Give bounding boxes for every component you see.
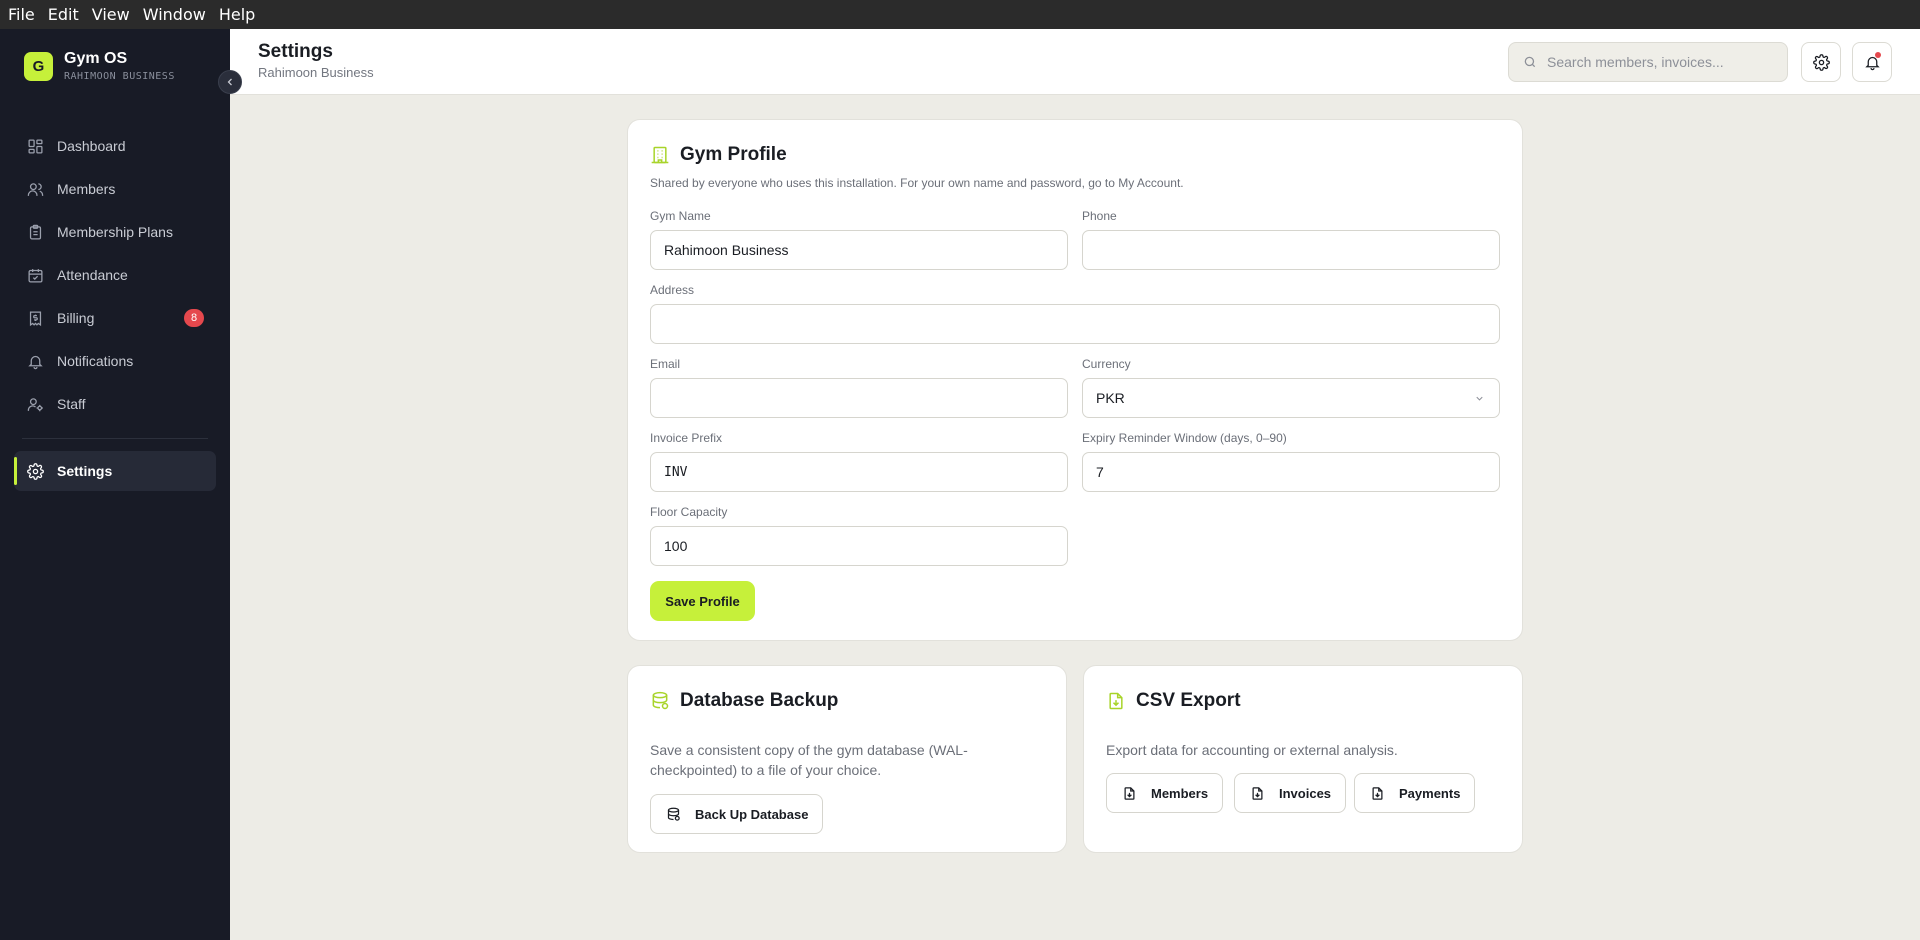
clipboard-icon [29,224,42,240]
sidebar-item-label: Staff [57,396,86,412]
address-field[interactable] [650,304,1500,344]
menu-window[interactable]: Window [139,5,210,24]
menu-edit[interactable]: Edit [44,5,83,24]
search-input[interactable] [1547,54,1767,70]
csv-export-card: CSV Export Export data for accounting or… [1083,665,1523,853]
gear-icon [27,462,44,480]
address-label: Address [650,283,695,297]
phone-input[interactable] [1096,242,1499,258]
floor-capacity-input[interactable] [664,538,1067,554]
os-menubar: File Edit View Window Help [0,0,1920,29]
chevron-left-icon [227,78,232,86]
expiry-reminder-input[interactable] [1096,464,1499,480]
bell-icon [28,355,43,369]
notifications-button[interactable] [1852,42,1892,82]
search-icon [1524,56,1536,68]
database-backup-title: Database Backup [650,690,838,712]
brand-name: Gym OS [64,50,128,67]
gym-profile-card: Gym Profile Shared by everyone who uses … [627,119,1523,641]
gym-profile-description: Shared by everyone who uses this install… [650,176,1184,190]
database-backup-card: Database Backup Save a consistent copy o… [627,665,1067,853]
sidebar-item-label: Attendance [57,267,128,283]
brand-subtitle: RAHIMOON BUSINESS [64,71,175,82]
csv-export-title: CSV Export [1106,690,1241,712]
gym-name-label: Gym Name [650,209,711,223]
billing-count-badge: 8 [184,309,204,327]
sidebar-item-label: Settings [57,463,113,479]
building-icon [651,146,669,164]
menu-help[interactable]: Help [215,5,259,24]
sidebar-item-label: Dashboard [57,138,126,154]
export-members-button[interactable]: Members [1106,773,1224,813]
expiry-reminder-field[interactable] [1082,452,1500,492]
address-input[interactable] [664,316,1499,332]
csv-export-description: Export data for accounting or external a… [1106,742,1398,758]
gym-name-field[interactable] [650,230,1068,270]
email-input[interactable] [664,390,1067,406]
floor-capacity-label: Floor Capacity [650,505,728,519]
expiry-reminder-label: Expiry Reminder Window (days, 0–90) [1082,431,1287,445]
phone-label: Phone [1082,209,1117,223]
sidebar-item-label: Billing [57,310,95,326]
sidebar-item-label: Notifications [57,353,134,369]
menu-file[interactable]: File [4,5,39,24]
sidebar-item-label: Members [57,181,116,197]
gym-name-input[interactable] [664,242,1067,258]
invoice-prefix-label: Invoice Prefix [650,431,723,445]
calendar-check-icon [28,268,43,283]
file-download-icon [1109,692,1123,710]
brand-logo: G [24,51,53,81]
currency-label: Currency [1082,357,1131,371]
users-icon [27,182,44,196]
receipt-icon [29,310,42,326]
database-backup-description: Save a consistent copy of the gym databa… [650,742,968,778]
email-field[interactable] [650,378,1068,418]
sidebar-item-dashboard[interactable]: Dashboard [14,126,216,166]
database-icon [667,807,680,821]
search-box[interactable] [1508,42,1788,82]
sidebar-item-attendance[interactable]: Attendance [14,255,216,295]
export-payments-button[interactable]: Payments [1354,773,1476,813]
export-invoices-button[interactable]: Invoices [1234,773,1347,813]
floor-capacity-field[interactable] [650,526,1068,566]
sidebar-item-settings[interactable]: Settings [14,451,216,491]
chevron-down-icon [1476,396,1483,401]
sidebar-item-billing[interactable]: Billing 8 [14,298,216,338]
sidebar-item-label: Membership Plans [57,224,173,240]
sidebar-item-members[interactable]: Members [14,169,216,209]
file-download-icon [1124,786,1135,800]
sidebar-divider [22,438,208,439]
file-download-icon [1372,786,1383,800]
page-subtitle: Rahimoon Business [258,65,374,80]
email-label: Email [650,357,681,371]
phone-field[interactable] [1082,230,1500,270]
back-up-database-button[interactable]: Back Up Database [650,794,824,834]
menu-view[interactable]: View [88,5,134,24]
settings-button[interactable] [1801,42,1841,82]
sidebar: G Gym OS RAHIMOON BUSINESS Dashboard Mem… [0,29,230,940]
sidebar-collapse-button[interactable] [218,70,242,94]
brand: G Gym OS RAHIMOON BUSINESS [24,50,175,82]
sidebar-item-staff[interactable]: Staff [14,384,216,424]
sidebar-item-membership-plans[interactable]: Membership Plans [14,212,216,252]
notification-dot [1875,52,1881,58]
invoice-prefix-field[interactable] [650,452,1068,492]
sidebar-item-notifications[interactable]: Notifications [14,341,216,381]
currency-value: PKR [1096,390,1125,406]
gym-profile-title: Gym Profile [650,144,787,166]
file-download-icon [1252,786,1263,800]
user-cog-icon [27,397,43,411]
currency-select[interactable]: PKR [1082,378,1500,418]
save-profile-button[interactable]: Save Profile [650,581,755,621]
database-icon [652,691,669,710]
page-header: Settings Rahimoon Business [230,29,1920,95]
dashboard-icon [28,138,43,154]
sidebar-nav: Dashboard Members Membership Plans Atten… [14,126,216,494]
page-title: Settings [258,41,333,62]
invoice-prefix-input[interactable] [664,464,1067,480]
gear-icon [1812,53,1830,71]
